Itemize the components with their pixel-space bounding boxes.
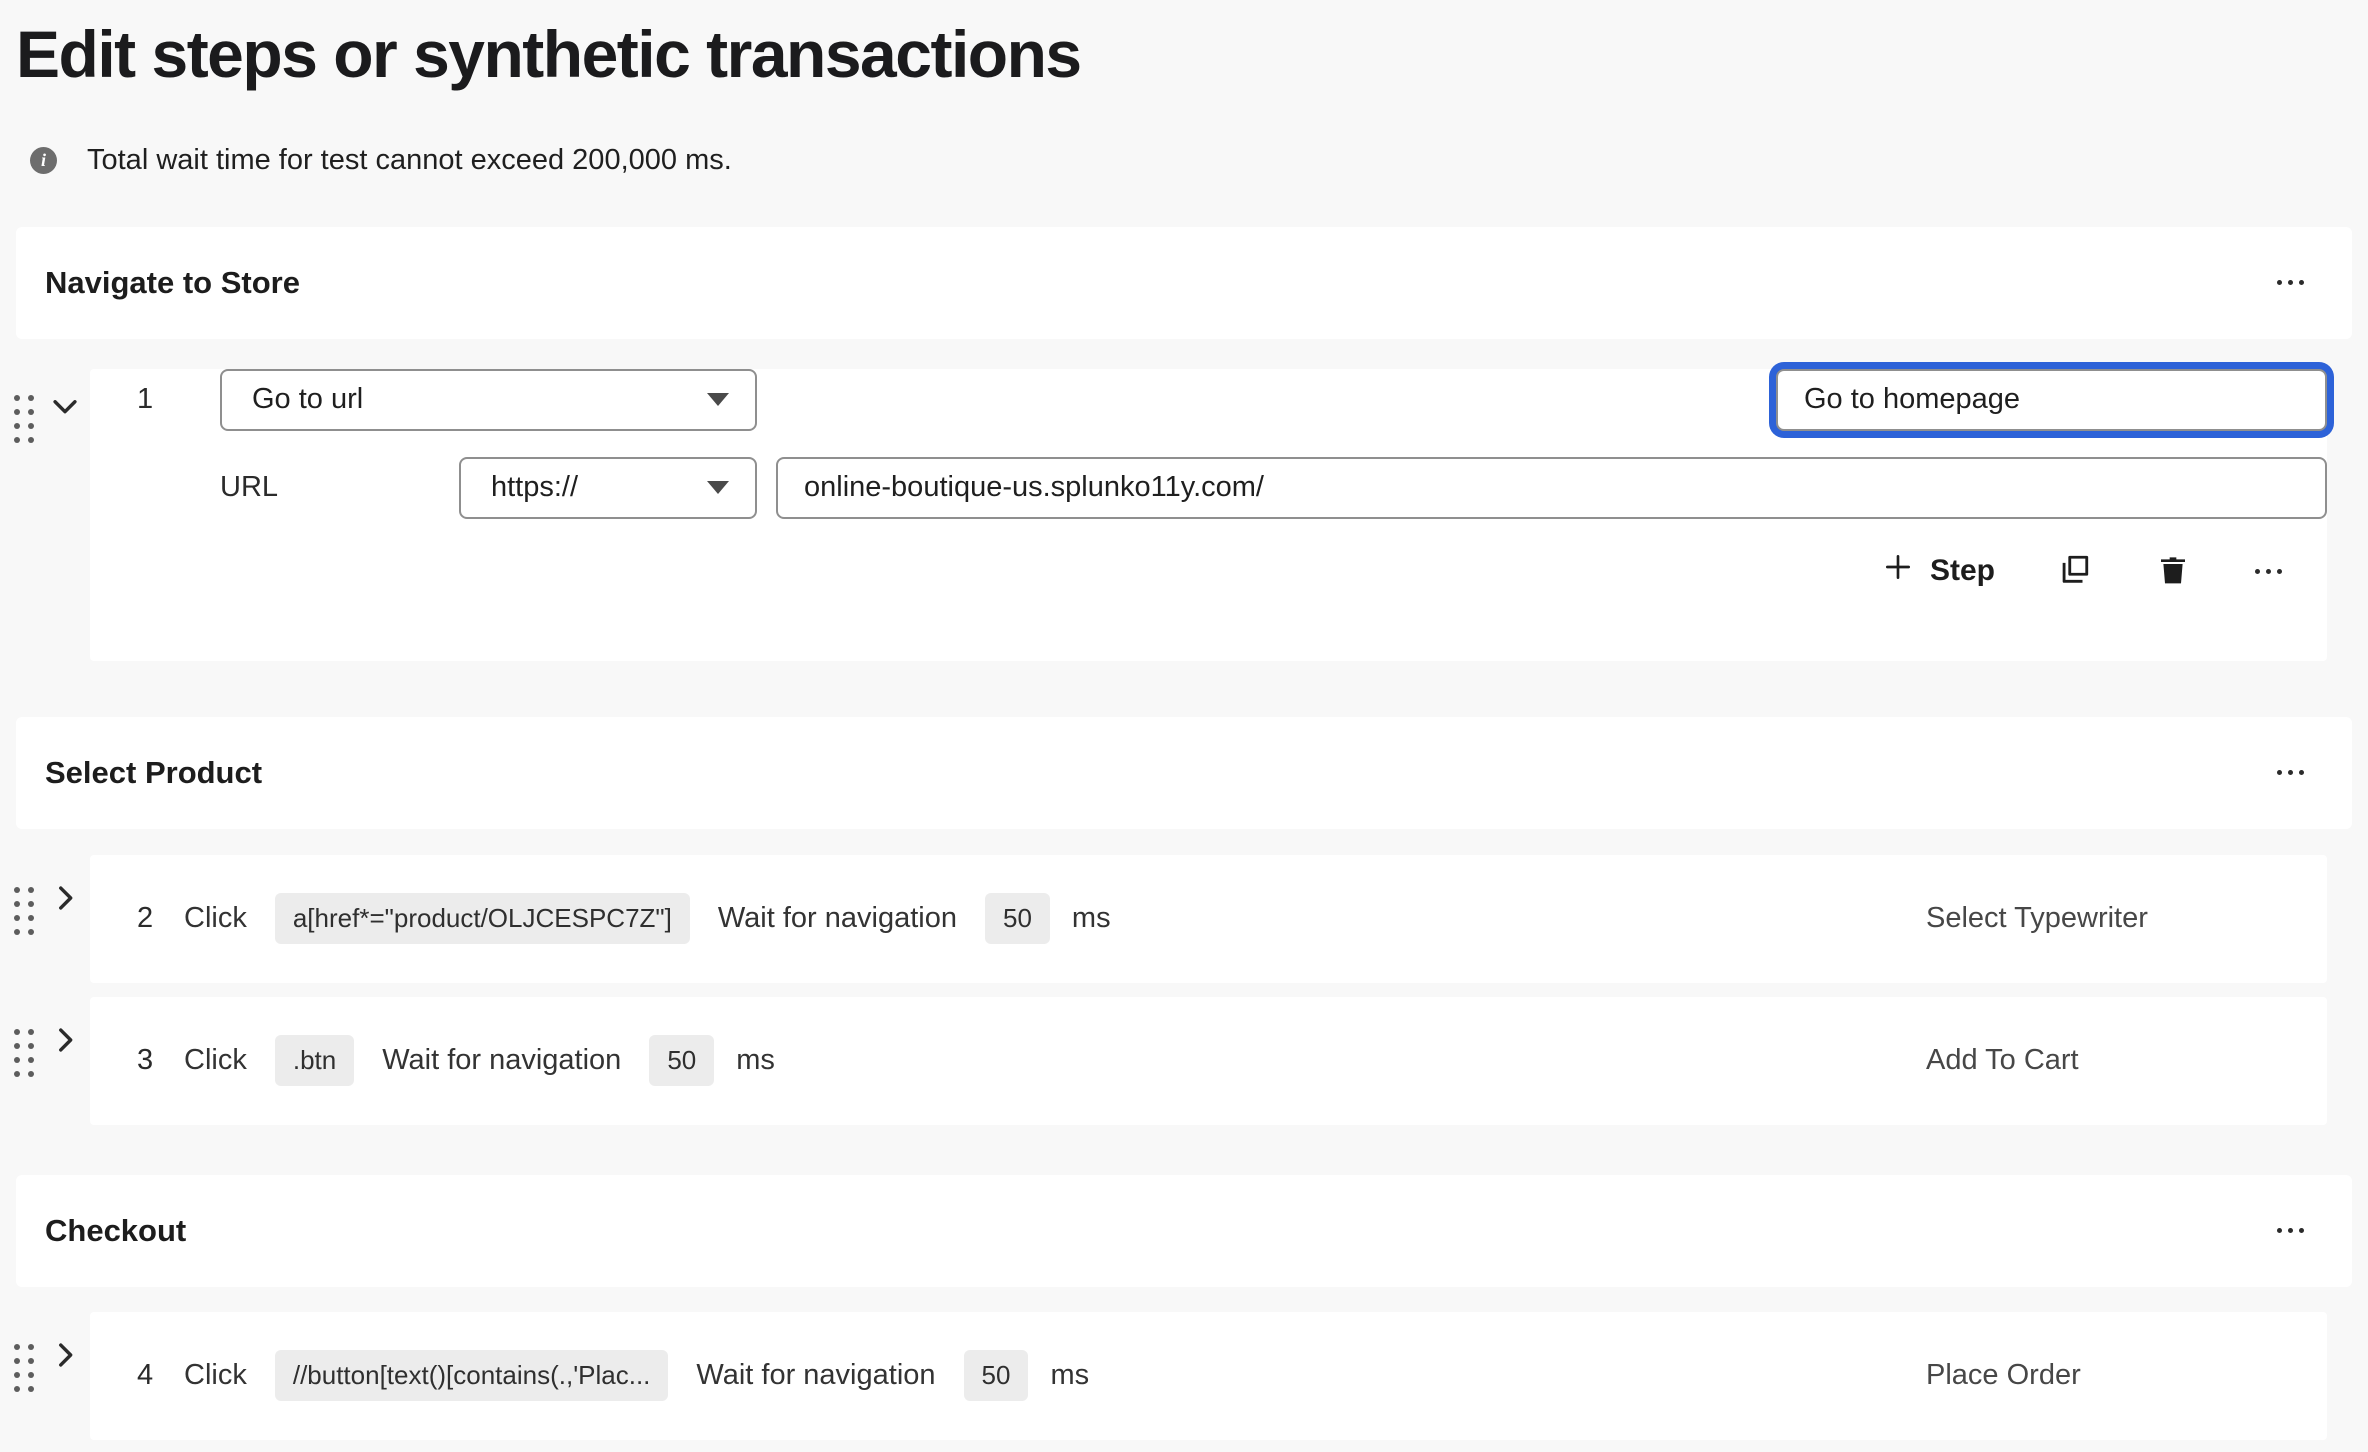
- wait-unit-label: ms: [1050, 1359, 1089, 1392]
- step-4-card: 4 Click //button[text()[contains(.,'Plac…: [90, 1312, 2327, 1440]
- protocol-select-value: https://: [491, 471, 578, 504]
- step-name-input[interactable]: [1776, 369, 2327, 431]
- url-input[interactable]: [776, 457, 2327, 519]
- step-number: 3: [137, 1044, 171, 1077]
- section-title: Checkout: [45, 1213, 186, 1249]
- trash-icon: [2157, 554, 2189, 589]
- protocol-select[interactable]: https://: [459, 457, 757, 519]
- chevron-right-icon: [48, 1338, 82, 1372]
- wait-value-chip: 50: [985, 893, 1050, 944]
- info-text: Total wait time for test cannot exceed 2…: [87, 144, 732, 177]
- step-action-label: Click: [184, 1359, 247, 1392]
- step-2-gutter: [14, 881, 82, 935]
- info-icon: i: [30, 147, 57, 174]
- wait-label: Wait for navigation: [382, 1044, 621, 1077]
- copy-icon: [2057, 553, 2091, 590]
- step-3-gutter: [14, 1023, 82, 1077]
- section-title: Navigate to Store: [45, 265, 300, 301]
- info-banner: i Total wait time for test cannot exceed…: [30, 144, 2368, 177]
- step-name-label: Place Order: [1926, 1359, 2081, 1392]
- caret-down-icon: [707, 481, 729, 494]
- step-number: 2: [137, 902, 171, 935]
- selector-chip: //button[text()[contains(.,'Plac...: [275, 1350, 669, 1401]
- section-menu-button[interactable]: [2273, 762, 2308, 783]
- expand-step-button[interactable]: [48, 1023, 82, 1057]
- step-1-card: 1 Go to url URL https:// Step: [90, 369, 2327, 661]
- page-title: Edit steps or synthetic transactions: [16, 18, 2368, 92]
- wait-unit-label: ms: [736, 1044, 775, 1077]
- step-2-card: 2 Click a[href*="product/OLJCESPC7Z"] Wa…: [90, 855, 2327, 983]
- delete-step-button[interactable]: [2153, 550, 2193, 593]
- expand-step-button[interactable]: [48, 881, 82, 915]
- section-header-select-product: Select Product: [16, 717, 2352, 829]
- add-step-button[interactable]: Step: [1882, 551, 1995, 591]
- edit-steps-page: Edit steps or synthetic transactions i T…: [0, 18, 2368, 1452]
- drag-handle-icon[interactable]: [14, 1344, 34, 1392]
- wait-value-chip: 50: [649, 1035, 714, 1086]
- step-action-label: Click: [184, 1044, 247, 1077]
- drag-handle-icon[interactable]: [14, 1029, 34, 1077]
- step-number: 1: [137, 383, 171, 416]
- step-number: 4: [137, 1359, 171, 1392]
- chevron-right-icon: [48, 1023, 82, 1057]
- step-menu-button[interactable]: [2251, 561, 2286, 582]
- wait-value-chip: 50: [964, 1350, 1029, 1401]
- chevron-down-icon: [48, 389, 82, 423]
- chevron-right-icon: [48, 881, 82, 915]
- wait-unit-label: ms: [1072, 902, 1111, 935]
- step-action-select-value: Go to url: [252, 383, 363, 416]
- wait-label: Wait for navigation: [718, 902, 957, 935]
- step-name-label: Add To Cart: [1926, 1044, 2079, 1077]
- plus-icon: [1882, 551, 1914, 591]
- caret-down-icon: [707, 393, 729, 406]
- selector-chip: .btn: [275, 1035, 354, 1086]
- collapse-step-button[interactable]: [48, 389, 82, 423]
- step-action-select[interactable]: Go to url: [220, 369, 757, 431]
- add-step-label: Step: [1930, 554, 1995, 588]
- drag-handle-icon[interactable]: [14, 395, 34, 443]
- section-title: Select Product: [45, 755, 262, 791]
- section-header-navigate-to-store: Navigate to Store: [16, 227, 2352, 339]
- drag-handle-icon[interactable]: [14, 887, 34, 935]
- url-label: URL: [220, 471, 459, 504]
- section-menu-button[interactable]: [2273, 272, 2308, 293]
- step-name-label: Select Typewriter: [1926, 902, 2148, 935]
- selector-chip: a[href*="product/OLJCESPC7Z"]: [275, 893, 690, 944]
- expand-step-button[interactable]: [48, 1338, 82, 1372]
- duplicate-step-button[interactable]: [2053, 549, 2095, 594]
- step-1-gutter: [14, 389, 82, 443]
- step-action-label: Click: [184, 902, 247, 935]
- step-4-gutter: [14, 1338, 82, 1392]
- section-menu-button[interactable]: [2273, 1220, 2308, 1241]
- wait-label: Wait for navigation: [696, 1359, 935, 1392]
- step-3-card: 3 Click .btn Wait for navigation 50 ms A…: [90, 997, 2327, 1125]
- section-header-checkout: Checkout: [16, 1175, 2352, 1287]
